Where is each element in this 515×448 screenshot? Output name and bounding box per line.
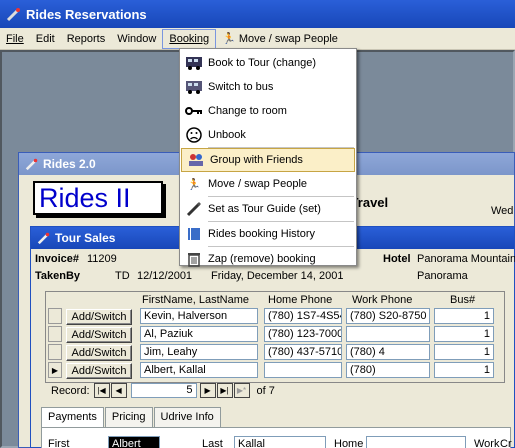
bus-cell[interactable]: 1 <box>434 362 494 378</box>
first-record-button[interactable]: |◀ <box>93 383 110 398</box>
record-navigator: Record: |◀ ◀ 5 ▶ ▶| ▶* of 7 <box>51 383 275 398</box>
pen-icon <box>180 197 208 221</box>
invoice-label: Invoice# <box>35 253 80 265</box>
sad-face-icon <box>180 123 208 147</box>
bus-cell[interactable]: 1 <box>434 326 494 342</box>
last-label: Last <box>202 438 223 448</box>
runner-icon: 🏃 <box>222 33 236 45</box>
home-phone-cell[interactable]: (780) 1S7-4S54 <box>264 308 342 324</box>
work-label: Work <box>474 438 500 448</box>
resort-value: Panorama <box>417 270 468 282</box>
add-switch-button[interactable]: Add/Switch <box>66 363 132 379</box>
menu-move-swap[interactable]: 🏃 Move / swap People <box>216 29 344 49</box>
app-icon <box>37 232 50 245</box>
row-selector[interactable] <box>48 308 62 324</box>
detail-tabs: Payments Pricing Udrive Info <box>41 407 222 427</box>
first-field[interactable]: Albert <box>108 436 160 448</box>
menu-file[interactable]: File <box>0 29 30 49</box>
menu-reports[interactable]: Reports <box>61 29 112 49</box>
home-phone-cell[interactable]: (780) 437-5710 <box>264 344 342 360</box>
book-icon <box>180 222 208 246</box>
tab-payments[interactable]: Payments <box>41 407 104 427</box>
name-cell[interactable]: Jim, Leahy <box>140 344 258 360</box>
home-phone-cell[interactable] <box>264 362 342 378</box>
trash-icon <box>180 247 208 271</box>
menu-item-zap-booking[interactable]: Zap (remove) booking <box>180 247 356 271</box>
last-record-button[interactable]: ▶| <box>216 383 233 398</box>
hotel-value: Panorama Mountain <box>417 253 515 265</box>
add-switch-button[interactable]: Add/Switch <box>66 309 132 325</box>
row-selector[interactable] <box>48 326 62 342</box>
menu-edit[interactable]: Edit <box>30 29 61 49</box>
first-label: First <box>48 438 70 448</box>
menu-item-move-swap-people[interactable]: 🏃 Move / swap People <box>180 172 356 196</box>
work-phone-cell[interactable]: (780) S20-8750 <box>346 308 430 324</box>
col-header-bus: Bus# <box>450 294 476 306</box>
menu-bar: File Edit Reports Window Booking 🏃 Move … <box>0 28 515 50</box>
table-row: ▶ Add/Switch Albert, Kallal (780) 1 <box>46 362 506 380</box>
menu-item-group-with-friends[interactable]: Group with Friends <box>181 148 355 172</box>
col-header-home: Home Phone <box>268 294 333 306</box>
table-row: Add/Switch Kevin, Halverson (780) 1S7-4S… <box>46 308 506 326</box>
payments-panel: First Albert Last Kallal Home Work Cr <box>41 427 512 448</box>
weekday-text: Wed <box>491 205 514 217</box>
bus-icon <box>180 75 208 99</box>
menu-item-booking-history[interactable]: Rides booking History <box>180 222 356 246</box>
col-header-work: Work Phone <box>352 294 413 306</box>
rides-logo: Rides II <box>33 181 163 215</box>
prev-record-button[interactable]: ◀ <box>110 383 127 398</box>
home-field[interactable] <box>366 436 466 448</box>
col-header-name: FirstName, LastName <box>142 294 249 306</box>
app-title: Rides Reservations <box>26 6 147 22</box>
taken-date: 12/12/2001 <box>137 270 193 282</box>
work-phone-cell[interactable] <box>346 326 430 342</box>
app-title-bar: Rides Reservations <box>0 0 515 28</box>
bus-cell[interactable]: 1 <box>434 308 494 324</box>
cr-label: Cr <box>500 438 512 448</box>
menu-item-set-tour-guide[interactable]: Set as Tour Guide (set) <box>180 197 356 221</box>
name-cell[interactable]: Al, Paziuk <box>140 326 258 342</box>
invoice-value: 11209 <box>87 253 117 265</box>
menu-item-book-to-tour[interactable]: Book to Tour (change) <box>180 51 356 75</box>
bus-icon <box>180 51 208 75</box>
tab-pricing[interactable]: Pricing <box>104 407 153 427</box>
app-icon <box>6 8 20 22</box>
add-switch-button[interactable]: Add/Switch <box>66 327 132 343</box>
menu-item-change-to-room[interactable]: Change to room <box>180 99 356 123</box>
takenby-label: TakenBy <box>35 270 81 282</box>
new-record-button[interactable]: ▶* <box>233 383 250 398</box>
home-phone-cell[interactable]: (780) 123-7000 <box>264 326 342 342</box>
booking-menu-dropdown: Book to Tour (change) Switch to bus Chan… <box>179 48 357 267</box>
menu-item-switch-to-bus[interactable]: Switch to bus <box>180 75 356 99</box>
add-switch-button[interactable]: Add/Switch <box>66 345 132 361</box>
record-number-field[interactable]: 5 <box>130 383 197 398</box>
row-selector[interactable] <box>48 344 62 360</box>
menu-booking[interactable]: Booking <box>162 28 217 49</box>
home-label: Home <box>334 438 364 448</box>
menu-item-unbook[interactable]: Unbook <box>180 123 356 147</box>
runner-icon: 🏃 <box>187 178 201 191</box>
long-date: Friday, December 14, 2001 <box>211 270 344 282</box>
hotel-label: Hotel <box>383 253 411 265</box>
bus-cell[interactable]: 1 <box>434 344 494 360</box>
app-icon <box>25 158 38 171</box>
table-row: Add/Switch Al, Paziuk (780) 123-7000 1 <box>46 326 506 344</box>
current-row-selector[interactable]: ▶ <box>48 362 62 378</box>
work-phone-cell[interactable]: (780) <box>346 362 430 378</box>
name-cell[interactable]: Albert, Kallal <box>140 362 258 378</box>
record-count: of 7 <box>256 384 275 397</box>
passenger-grid: FirstName, LastName Home Phone Work Phon… <box>45 291 505 383</box>
next-record-button[interactable]: ▶ <box>199 383 216 398</box>
menu-window[interactable]: Window <box>111 29 162 49</box>
work-phone-cell[interactable]: (780) 4 <box>346 344 430 360</box>
group-icon <box>182 148 210 172</box>
key-icon <box>180 99 208 123</box>
table-row: Add/Switch Jim, Leahy (780) 437-5710 (78… <box>46 344 506 362</box>
tab-udrive-info[interactable]: Udrive Info <box>153 407 221 427</box>
last-field[interactable]: Kallal <box>234 436 326 448</box>
name-cell[interactable]: Kevin, Halverson <box>140 308 258 324</box>
takenby-value: TD <box>115 270 130 282</box>
record-label: Record: <box>51 384 90 397</box>
